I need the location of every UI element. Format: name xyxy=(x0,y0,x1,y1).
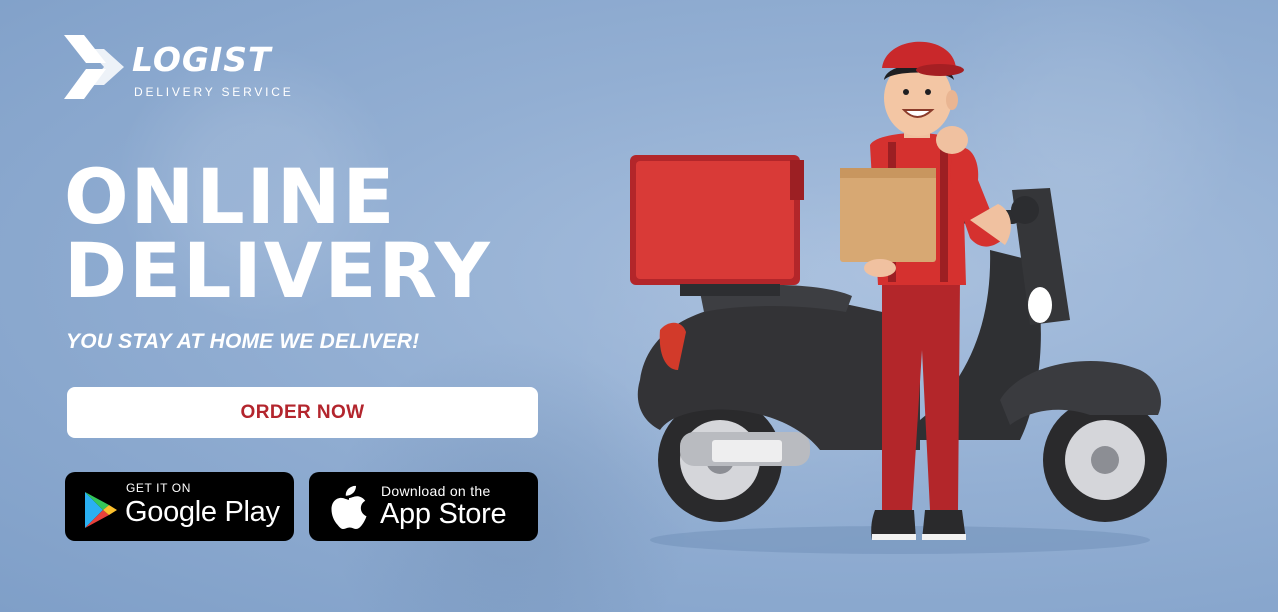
chevron-logo-icon xyxy=(64,35,124,99)
headline-line-1: ONLINE xyxy=(64,152,397,241)
brand-name: LOGIST xyxy=(132,40,272,79)
delivery-man xyxy=(840,41,1011,540)
brand-tagline: DELIVERY SERVICE xyxy=(134,85,294,99)
headline-line-2: DELIVERY xyxy=(64,226,492,315)
google-play-button[interactable]: GET IT ON Google Play xyxy=(65,472,294,541)
delivery-man-scooter-illustration xyxy=(630,41,1167,554)
google-play-small-text: GET IT ON xyxy=(126,481,191,495)
app-store-big-text: App Store xyxy=(380,498,507,530)
google-play-big-text: Google Play xyxy=(125,496,280,528)
google-play-icon xyxy=(85,492,117,528)
app-store-small-text: Download on the xyxy=(381,483,491,499)
delivery-box xyxy=(630,155,804,296)
apple-icon xyxy=(331,485,367,529)
order-now-button[interactable]: ORDER NOW xyxy=(67,387,538,438)
app-store-button[interactable]: Download on the App Store xyxy=(309,472,538,541)
hero-headline: ONLINE DELIVERY xyxy=(64,152,492,315)
brand-logo: LOGIST DELIVERY SERVICE xyxy=(62,33,322,101)
hero-subheadline: YOU STAY AT HOME WE DELIVER! xyxy=(66,330,420,353)
